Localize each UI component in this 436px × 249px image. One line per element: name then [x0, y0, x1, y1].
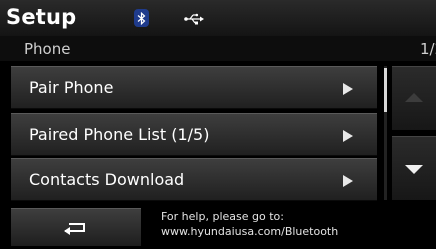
menu-item-label: Pair Phone	[29, 78, 114, 97]
help-text: For help, please go to: www.hyundaiusa.c…	[161, 209, 338, 239]
scrollbar-thumb[interactable]	[384, 68, 387, 112]
back-button[interactable]	[11, 208, 141, 246]
bluetooth-icon	[134, 9, 149, 27]
setup-screen: Setup Phone 1/2 Pair Phone Pa	[0, 0, 436, 249]
menu-item-paired-phone-list[interactable]: Paired Phone List (1/5)	[11, 113, 377, 156]
usb-icon	[184, 10, 204, 29]
section-title: Phone	[24, 40, 71, 58]
return-arrow-icon	[61, 219, 91, 239]
help-line: For help, please go to:	[161, 210, 284, 223]
help-url: www.hyundaiusa.com/Bluetooth	[161, 225, 339, 238]
scroll-up-button[interactable]	[392, 66, 436, 130]
menu-item-label: Contacts Download	[29, 170, 185, 189]
menu-item-contacts-download[interactable]: Contacts Download	[11, 158, 377, 201]
chevron-down-icon	[405, 165, 423, 174]
play-arrow-icon	[343, 83, 353, 95]
menu-item-pair-phone[interactable]: Pair Phone	[11, 66, 377, 109]
menu-item-label: Paired Phone List (1/5)	[29, 125, 210, 144]
page-indicator: 1/2	[420, 40, 436, 58]
scroll-down-button[interactable]	[392, 136, 436, 200]
play-arrow-icon	[343, 175, 353, 187]
page-title: Setup	[6, 5, 77, 29]
chevron-up-icon	[405, 93, 423, 102]
play-arrow-icon	[343, 130, 353, 142]
sub-header: Phone 1/2	[0, 36, 436, 61]
header-bar: Setup	[0, 0, 436, 36]
